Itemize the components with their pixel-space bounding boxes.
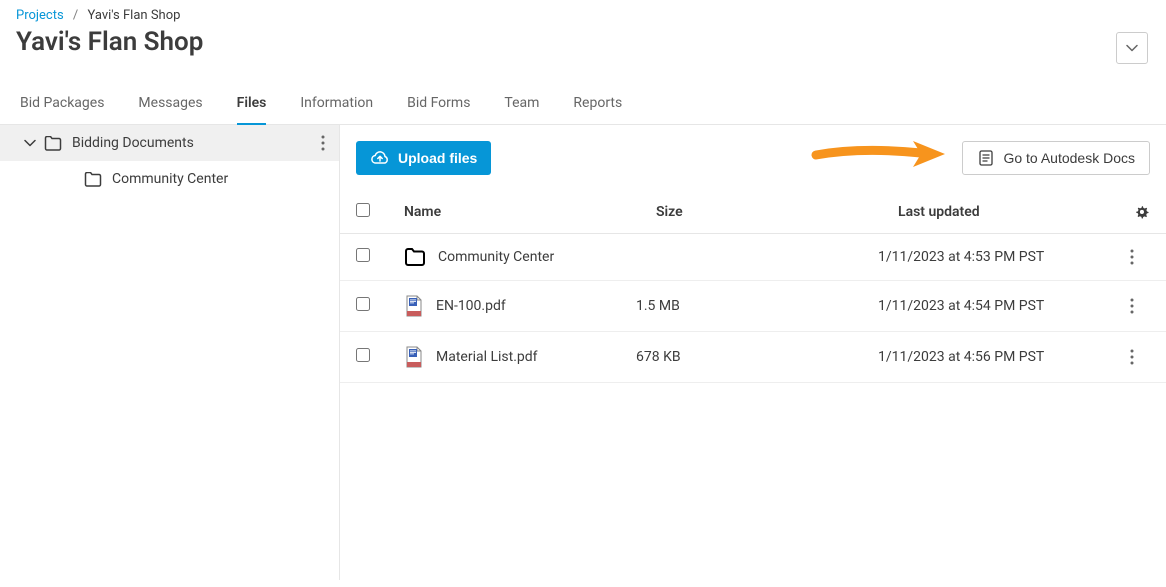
- row-more-button[interactable]: [1130, 298, 1150, 314]
- breadcrumb-separator: /: [73, 8, 78, 23]
- row-checkbox[interactable]: [356, 248, 370, 262]
- table-header-row: Name Size Last updated: [340, 191, 1166, 234]
- tab-reports[interactable]: Reports: [573, 85, 622, 125]
- sidebar-item-bidding-documents[interactable]: Bidding Documents: [0, 125, 339, 161]
- table-settings-button[interactable]: [1134, 204, 1150, 220]
- sidebar-item-more-button[interactable]: [321, 135, 325, 151]
- upload-files-label: Upload files: [398, 150, 477, 166]
- tab-bid-packages[interactable]: Bid Packages: [20, 85, 104, 125]
- tab-bid-forms[interactable]: Bid Forms: [407, 85, 470, 125]
- row-updated: 1/11/2023 at 4:54 PM PST: [878, 298, 1130, 314]
- upload-files-button[interactable]: Upload files: [356, 141, 491, 175]
- row-checkbox[interactable]: [356, 297, 370, 311]
- row-updated: 1/11/2023 at 4:53 PM PST: [878, 249, 1130, 265]
- row-size: 678 KB: [636, 349, 878, 365]
- more-vertical-icon: [1130, 298, 1134, 314]
- row-checkbox[interactable]: [356, 348, 370, 362]
- sidebar-item-community-center[interactable]: Community Center: [0, 161, 339, 197]
- row-name: EN-100.pdf: [436, 298, 506, 314]
- page-title: Yavi's Flan Shop: [16, 27, 1150, 57]
- breadcrumb-projects-link[interactable]: Projects: [16, 8, 64, 23]
- folder-icon: [44, 136, 62, 151]
- tab-messages[interactable]: Messages: [138, 85, 202, 125]
- sidebar-item-label: Bidding Documents: [72, 135, 194, 151]
- more-vertical-icon: [1130, 249, 1134, 265]
- select-all-checkbox[interactable]: [356, 203, 370, 217]
- docs-icon: [977, 150, 995, 166]
- column-header-name[interactable]: Name: [404, 204, 656, 220]
- sidebar: Bidding Documents Community Center: [0, 125, 340, 580]
- column-header-updated[interactable]: Last updated: [898, 204, 1150, 220]
- folder-icon: [404, 248, 426, 266]
- files-table: Name Size Last updated Community Center …: [340, 191, 1166, 383]
- row-updated: 1/11/2023 at 4:56 PM PST: [878, 349, 1130, 365]
- go-to-autodesk-docs-label: Go to Autodesk Docs: [1003, 150, 1135, 166]
- cloud-upload-icon: [370, 150, 390, 166]
- chevron-down-icon: [1126, 44, 1138, 52]
- row-name: Community Center: [438, 249, 554, 265]
- table-row[interactable]: Community Center 1/11/2023 at 4:53 PM PS…: [340, 234, 1166, 281]
- row-size: 1.5 MB: [636, 298, 878, 314]
- tab-files[interactable]: Files: [237, 85, 267, 125]
- table-row[interactable]: Material List.pdf 678 KB 1/11/2023 at 4:…: [340, 332, 1166, 383]
- row-more-button[interactable]: [1130, 349, 1150, 365]
- go-to-autodesk-docs-button[interactable]: Go to Autodesk Docs: [962, 141, 1150, 175]
- breadcrumb-current: Yavi's Flan Shop: [88, 8, 181, 23]
- pdf-file-icon: [404, 295, 424, 317]
- tab-team[interactable]: Team: [504, 85, 539, 125]
- gear-icon: [1134, 204, 1150, 220]
- more-vertical-icon: [321, 135, 325, 151]
- chevron-down-icon: [24, 139, 36, 147]
- main-panel: Upload files Go to Autodesk Docs Name Si…: [340, 125, 1166, 580]
- breadcrumb: Projects / Yavi's Flan Shop: [16, 8, 1150, 23]
- column-header-size[interactable]: Size: [656, 204, 898, 220]
- table-row[interactable]: EN-100.pdf 1.5 MB 1/11/2023 at 4:54 PM P…: [340, 281, 1166, 332]
- more-vertical-icon: [1130, 349, 1134, 365]
- row-more-button[interactable]: [1130, 249, 1150, 265]
- folder-icon: [84, 172, 102, 187]
- sidebar-item-label: Community Center: [112, 171, 228, 187]
- tabs: Bid Packages Messages Files Information …: [0, 85, 1166, 125]
- row-name: Material List.pdf: [436, 349, 538, 365]
- pdf-file-icon: [404, 346, 424, 368]
- tab-information[interactable]: Information: [300, 85, 373, 125]
- header-dropdown-button[interactable]: [1116, 32, 1148, 64]
